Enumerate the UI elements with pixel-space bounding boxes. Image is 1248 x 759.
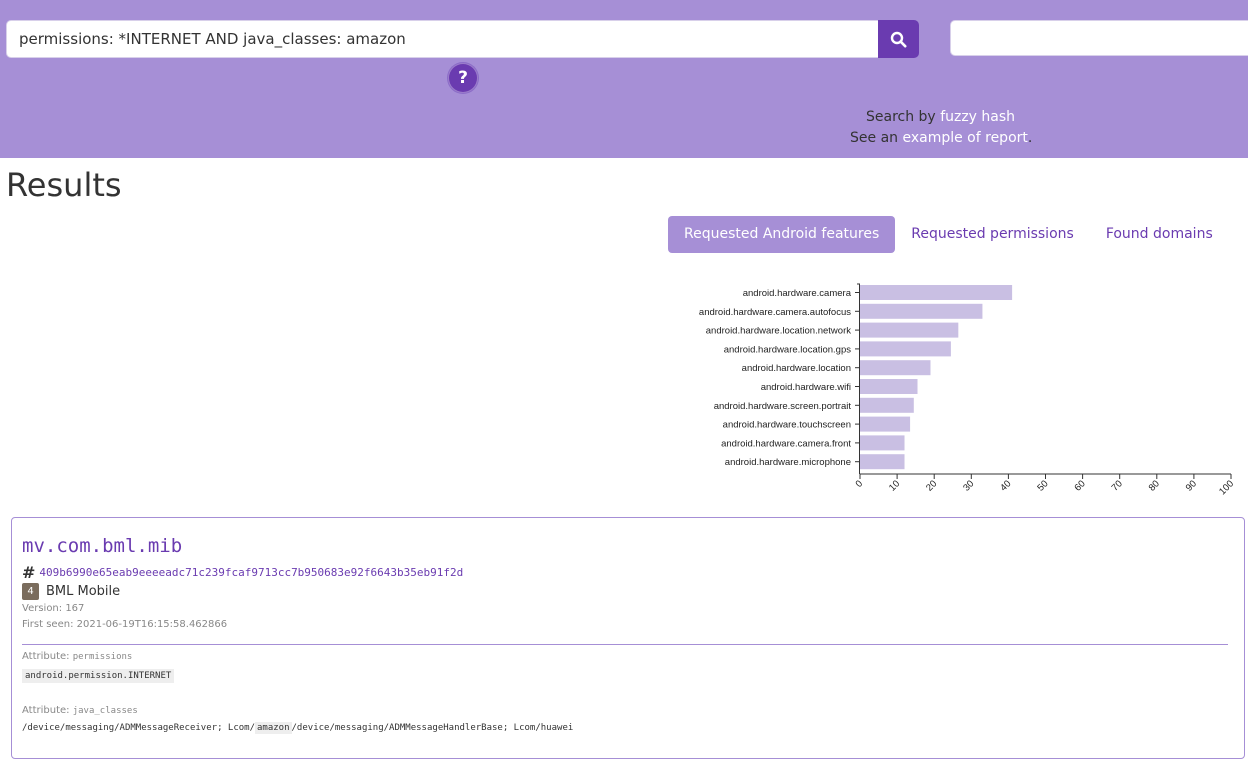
- attribute-name: permissions: [72, 652, 133, 662]
- x-tick-label: 50: [1035, 478, 1050, 493]
- y-tick-label: android.hardware.location.network: [706, 326, 851, 337]
- permission-value: android.permission.INTERNET: [22, 669, 175, 683]
- y-tick-label: android.hardware.location.gps: [724, 344, 852, 355]
- fuzzy-search-hint: Search by fuzzy hash: [866, 109, 1015, 125]
- attribute-name: java_classes: [72, 706, 138, 716]
- y-tick-label: android.hardware.camera.front: [721, 438, 851, 449]
- package-name-link[interactable]: mv.com.bml.mib: [22, 535, 182, 557]
- search-by-text: Search by: [866, 109, 936, 125]
- x-tick-label: 80: [1147, 478, 1162, 493]
- x-tick-label: 40: [998, 478, 1013, 493]
- classes-after: /device/messaging/ADMMessageHandlerBase;…: [291, 723, 574, 733]
- app-row: 4 BML Mobile: [22, 583, 120, 600]
- search-icon: [890, 31, 907, 47]
- help-button[interactable]: ?: [448, 63, 478, 93]
- y-tick-label: android.hardware.location: [742, 363, 851, 374]
- chart-bar: [860, 416, 911, 432]
- x-tick-label: 60: [1072, 478, 1087, 493]
- classes-match: amazon: [255, 722, 292, 734]
- search-input[interactable]: [7, 21, 881, 57]
- example-report-link[interactable]: example of report: [902, 130, 1027, 146]
- search-button[interactable]: [878, 20, 919, 58]
- divider: [22, 644, 1228, 645]
- results-heading: Results: [6, 166, 122, 204]
- fuzzy-hash-link[interactable]: fuzzy hash: [940, 109, 1015, 125]
- chart-bar: [860, 435, 905, 451]
- features-bar-chart: android.hardware.camera android.hardware.…: [699, 283, 1236, 497]
- tab-domains[interactable]: Found domains: [1090, 216, 1229, 253]
- y-tick-label: android.hardware.microphone: [725, 457, 851, 468]
- example-report-hint: See an example of report.: [850, 130, 1032, 146]
- app-name: BML Mobile: [46, 584, 121, 599]
- x-tick-label: 0: [854, 478, 866, 490]
- x-tick-label: 20: [924, 478, 939, 493]
- fuzzy-hash-field[interactable]: [950, 20, 1248, 56]
- header-bar: ? Search by fuzzy hash See an example of…: [0, 0, 1248, 158]
- x-tick-label: 90: [1184, 478, 1199, 493]
- y-tick-label: android.hardware.camera.autofocus: [699, 307, 851, 318]
- x-tick-label: 100: [1217, 478, 1236, 497]
- attribute-prefix: Attribute:: [22, 705, 70, 716]
- chart-bar: [860, 303, 983, 319]
- java-classes-value: /device/messaging/ADMMessageReceiver; Lc…: [22, 722, 574, 734]
- chart-bar: [860, 454, 905, 470]
- version-text: Version: 167: [22, 603, 85, 614]
- attribute-permissions-label: Attribute: permissions: [22, 651, 132, 662]
- search-form: [6, 20, 920, 58]
- y-tick-label: android.hardware.camera: [743, 288, 852, 299]
- chart-tabs: Requested Android features Requested per…: [668, 216, 1229, 253]
- features-chart: android.hardware.camera android.hardware.…: [660, 275, 1248, 505]
- y-tick-label: android.hardware.wifi: [761, 382, 851, 393]
- sha256-link[interactable]: 409b6990e65eab9eeeeadc71c239fcaf9713cc7b…: [39, 566, 463, 579]
- attribute-java-classes-label: Attribute: java_classes: [22, 705, 138, 716]
- result-card: mv.com.bml.mib # 409b6990e65eab9eeeeadc7…: [11, 517, 1245, 759]
- classes-before: /device/messaging/ADMMessageReceiver; Lc…: [22, 723, 255, 733]
- see-an-text: See an: [850, 130, 899, 146]
- search-field[interactable]: [6, 20, 881, 58]
- chart-bar: [860, 285, 1013, 300]
- chart-bar: [860, 341, 951, 357]
- attribute-prefix: Attribute:: [22, 651, 70, 662]
- y-tick-label: android.hardware.touchscreen: [723, 420, 851, 431]
- period-text: .: [1027, 130, 1033, 146]
- fuzzy-hash-input[interactable]: [951, 21, 1235, 55]
- tab-android-features[interactable]: Requested Android features: [668, 216, 896, 253]
- chart-bar: [860, 397, 914, 413]
- chart-bar: [860, 322, 959, 338]
- x-tick-label: 30: [961, 478, 976, 493]
- first-seen-text: First seen: 2021-06-19T16:15:58.462866: [22, 619, 228, 630]
- tab-permissions[interactable]: Requested permissions: [895, 216, 1090, 253]
- x-tick-label: 70: [1110, 478, 1125, 493]
- x-tick-label: 10: [887, 478, 902, 493]
- y-tick-label: android.hardware.screen.portrait: [714, 401, 852, 412]
- chart-bar: [860, 379, 918, 394]
- chart-bar: [860, 360, 931, 376]
- hash-row: # 409b6990e65eab9eeeeadc71c239fcaf9713cc…: [22, 563, 463, 582]
- hash-icon: #: [22, 563, 36, 582]
- app-icon: 4: [22, 583, 39, 600]
